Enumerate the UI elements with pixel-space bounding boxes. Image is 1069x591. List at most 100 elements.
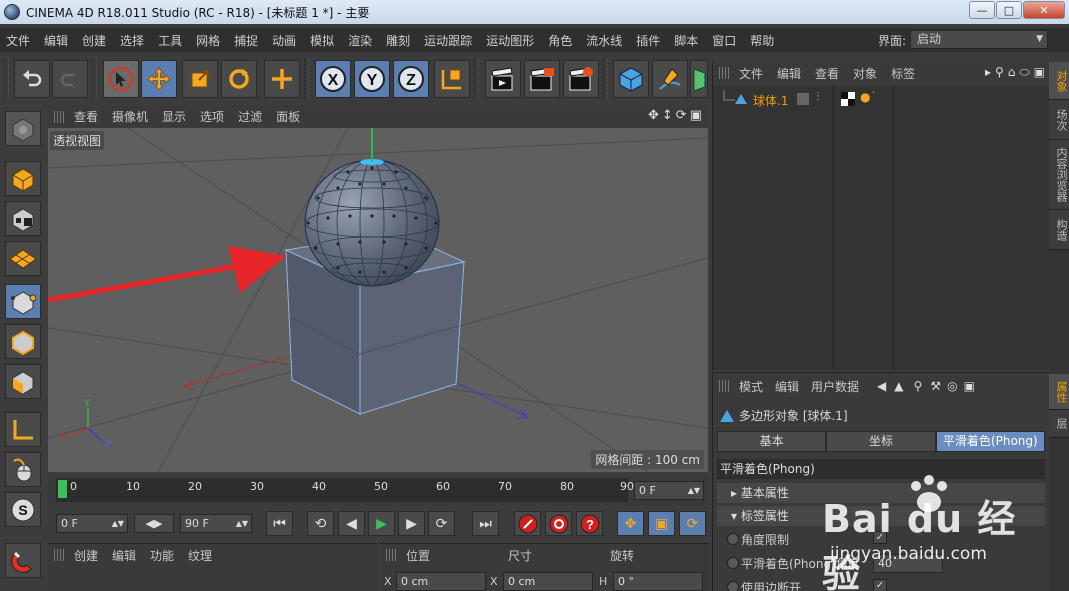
play-button[interactable]: ▶ — [368, 511, 395, 536]
key-rotation-button[interactable]: ⟳ — [679, 511, 706, 536]
tab-basic[interactable]: 基本 — [717, 431, 827, 452]
recent-tool-button[interactable] — [264, 60, 300, 98]
am-menu-mode[interactable]: 模式 — [739, 378, 763, 395]
up-arrow-icon[interactable]: ▲ — [894, 379, 903, 393]
side-tab-content-browser[interactable]: 内容浏览器 — [1049, 140, 1069, 210]
target-icon[interactable]: ◎ — [947, 379, 957, 393]
x-position-field[interactable]: 0 cm — [396, 572, 486, 591]
goto-end-button[interactable]: ⏭ — [472, 511, 499, 536]
keyframe-selection-button[interactable]: ? — [576, 511, 603, 536]
object-row[interactable]: 球体.1 ⋮ ●˙ — [713, 90, 1050, 108]
tab-coordinates[interactable]: 坐标 — [826, 431, 936, 452]
next-key-button[interactable]: ⟳ — [428, 511, 455, 536]
search-icon[interactable]: ⚲ — [995, 65, 1004, 80]
angle-limit-checkbox[interactable]: ✓ — [873, 531, 887, 544]
viewport-menu-display[interactable]: 显示 — [162, 108, 186, 125]
viewport-menu-options[interactable]: 选项 — [200, 108, 224, 125]
tab-phong[interactable]: 平滑着色(Phong) — [935, 431, 1045, 452]
close-button[interactable]: ✕ — [1023, 1, 1065, 19]
render-to-picture-viewer-button[interactable] — [524, 60, 560, 98]
points-mode-button[interactable] — [5, 284, 41, 319]
start-frame-field[interactable]: 0 F ▲▼ — [56, 514, 128, 533]
use-edge-breaks-checkbox[interactable]: ✓ — [873, 579, 887, 591]
om-menu-objects[interactable]: 对象 — [853, 65, 877, 82]
uvw-tag-icon[interactable]: ●˙ — [860, 90, 876, 104]
search-icon[interactable]: ⚲ — [914, 379, 923, 393]
layout-dropdown[interactable]: 启动 ▼ — [910, 30, 1048, 49]
h-rotation-field[interactable]: 0 ° — [613, 572, 703, 591]
side-tab-objects[interactable]: 对象 — [1049, 62, 1069, 100]
render-settings-button[interactable] — [563, 60, 599, 98]
key-scale-button[interactable]: ▣ — [648, 511, 675, 536]
solo-mode-button[interactable]: S — [5, 492, 41, 527]
current-frame-field[interactable]: 0 F ▲▼ — [634, 481, 704, 500]
x-axis-lock-button[interactable]: X — [315, 60, 351, 98]
back-arrow-icon[interactable]: ◀ — [877, 379, 886, 393]
maximize-button[interactable]: □ — [996, 1, 1022, 19]
object-name[interactable]: 球体.1 — [753, 92, 788, 109]
timeline-ruler[interactable]: 0 10 20 30 40 50 60 70 80 90 — [56, 478, 634, 502]
perspective-viewport[interactable]: Y X Z 透视视图 网格间距 : 100 cm — [48, 128, 708, 472]
end-frame-field[interactable]: 90 F ▲▼ — [180, 514, 252, 533]
move-tool-button[interactable] — [141, 60, 177, 98]
menu-render[interactable]: 渲染 — [348, 32, 372, 49]
phong-angle-field[interactable]: 40 — [873, 554, 943, 573]
record-keys-button[interactable] — [514, 511, 541, 536]
visibility-dots-icon[interactable]: ⋮ — [813, 91, 823, 102]
prev-key-button[interactable]: ⟲ — [307, 511, 334, 536]
menu-tools[interactable]: 工具 — [158, 32, 182, 49]
texture-mode-button[interactable] — [5, 201, 41, 236]
cube-primitive-button[interactable] — [613, 60, 649, 98]
z-axis-lock-button[interactable]: Z — [393, 60, 429, 98]
menu-mograph[interactable]: 运动图形 — [486, 32, 534, 49]
om-menu-edit[interactable]: 编辑 — [777, 65, 801, 82]
menu-snap[interactable]: 捕捉 — [234, 32, 258, 49]
group-tag-properties[interactable]: ▾ 标签属性 — [717, 506, 1045, 526]
menu-mesh[interactable]: 网格 — [196, 32, 220, 49]
new-window-icon[interactable]: ▣ — [1034, 65, 1045, 80]
side-tab-attributes[interactable]: 属性 — [1049, 374, 1069, 410]
prev-frame-button[interactable]: ◀ — [338, 511, 365, 536]
scale-tool-button[interactable] — [182, 60, 218, 98]
phong-tag-icon[interactable] — [841, 92, 855, 106]
menu-animate[interactable]: 动画 — [272, 32, 296, 49]
menu-character[interactable]: 角色 — [548, 32, 572, 49]
home-icon[interactable]: ⌂ — [1008, 65, 1016, 80]
undo-button[interactable] — [14, 60, 50, 98]
zoom-view-icon[interactable]: ↕ — [662, 108, 673, 123]
layer-swatch-icon[interactable] — [797, 93, 809, 105]
axis-mode-button[interactable] — [5, 412, 41, 447]
redo-button[interactable] — [52, 60, 88, 98]
y-axis-lock-button[interactable]: Y — [354, 60, 390, 98]
side-tab-structure[interactable]: 构造 — [1049, 210, 1069, 250]
pen-spline-button[interactable] — [652, 60, 688, 98]
om-menu-file[interactable]: 文件 — [739, 65, 763, 82]
render-view-button[interactable] — [485, 60, 521, 98]
pan-view-icon[interactable]: ✥ — [648, 108, 659, 123]
viewport-menu-view[interactable]: 查看 — [74, 108, 98, 125]
menu-file[interactable]: 文件 — [6, 32, 30, 49]
menu-simulate[interactable]: 模拟 — [310, 32, 334, 49]
viewport-menu-panel[interactable]: 面板 — [276, 108, 300, 125]
side-tab-layers[interactable]: 层 — [1049, 410, 1069, 438]
am-menu-edit[interactable]: 编辑 — [775, 378, 799, 395]
menu-select[interactable]: 选择 — [120, 32, 144, 49]
menu-edit[interactable]: 编辑 — [44, 32, 68, 49]
use-edge-breaks-anim-radio[interactable] — [727, 581, 739, 591]
goto-start-button[interactable]: ⏮ — [266, 511, 293, 536]
am-menu-userdata[interactable]: 用户数据 — [811, 378, 859, 395]
make-editable-button[interactable] — [5, 111, 41, 146]
viewport-menu-cameras[interactable]: 摄像机 — [112, 108, 148, 125]
side-tab-takes[interactable]: 场次 — [1049, 100, 1069, 140]
live-selection-button[interactable] — [103, 60, 139, 98]
menu-script[interactable]: 脚本 — [674, 32, 698, 49]
workplane-mode-button[interactable] — [5, 241, 41, 276]
key-position-button[interactable]: ✥ — [617, 511, 644, 536]
subdivision-surface-button[interactable] — [690, 60, 708, 98]
angle-limit-anim-radio[interactable] — [727, 533, 739, 545]
rotate-tool-button[interactable] — [221, 60, 257, 98]
menu-motion-tracking[interactable]: 运动跟踪 — [424, 32, 472, 49]
viewport-menu-filter[interactable]: 过滤 — [238, 108, 262, 125]
group-basic-properties[interactable]: ▸ 基本属性 — [717, 483, 1045, 503]
new-window-icon[interactable]: ▣ — [964, 379, 975, 393]
